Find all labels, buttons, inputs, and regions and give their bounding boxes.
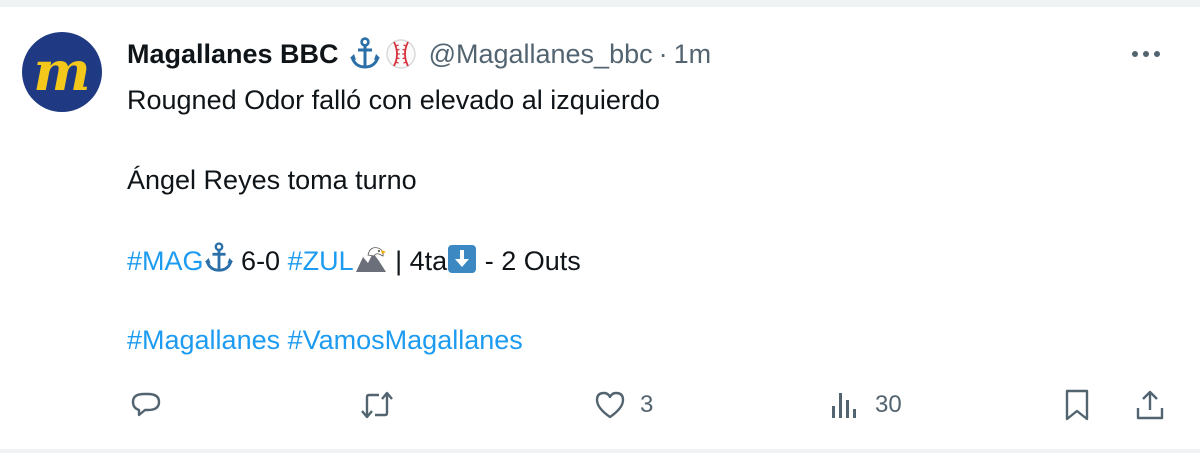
reply-button[interactable]	[130, 384, 176, 426]
inning-text: | 4ta	[395, 246, 448, 276]
share-icon	[1136, 390, 1164, 420]
retweet-button[interactable]	[359, 384, 409, 426]
tweet-text-line-1: Rougned Odor falló con elevado al izquie…	[127, 85, 660, 115]
hashtag-mag[interactable]: #MAG	[127, 246, 204, 276]
author-name[interactable]: Magallanes BBC	[127, 39, 339, 70]
bookmark-button[interactable]	[1063, 384, 1091, 426]
hashtag-vamosmagallanes[interactable]: #VamosMagallanes	[288, 325, 523, 355]
hashtag-zul[interactable]: #ZUL	[288, 246, 354, 276]
tweet-header: Magallanes BBC @Magallanes_bbc · 1m	[127, 32, 711, 76]
top-divider	[0, 0, 1200, 7]
like-button[interactable]: 3	[594, 384, 653, 426]
anchor-icon	[349, 37, 381, 71]
views-button[interactable]: 30	[829, 384, 902, 426]
heart-icon	[595, 391, 625, 419]
timestamp[interactable]: 1m	[674, 39, 712, 70]
bottom-divider	[0, 449, 1200, 453]
reply-icon	[131, 392, 161, 417]
action-bar: 3 30	[0, 384, 1200, 426]
score: 6-0	[241, 246, 281, 276]
bookmark-icon	[1065, 389, 1089, 421]
arrow-down-icon	[447, 244, 477, 283]
hashtag-magallanes[interactable]: #Magallanes	[127, 325, 280, 355]
magallanes-logo-icon: m	[33, 39, 90, 103]
anchor-icon	[204, 242, 234, 283]
outs-text: - 2 Outs	[484, 246, 581, 276]
more-options-button[interactable]	[1128, 40, 1164, 68]
more-horizontal-icon	[1132, 51, 1160, 57]
hashtags-line: #Magallanes #VamosMagallanes	[127, 322, 523, 358]
retweet-icon	[361, 391, 393, 419]
baseball-icon	[385, 38, 417, 70]
like-count: 3	[640, 391, 654, 418]
tweet-text-line-2: Ángel Reyes toma turno	[127, 165, 417, 195]
svg-text:m: m	[33, 39, 90, 103]
share-button[interactable]	[1134, 384, 1166, 426]
views-count: 30	[875, 391, 902, 418]
score-line: #MAG 6-0 #ZUL | 4ta - 2 Outs	[127, 242, 581, 283]
separator-dot: ·	[658, 38, 668, 69]
eagle-icon	[354, 242, 388, 283]
views-chart-icon	[832, 393, 856, 418]
avatar[interactable]: m	[22, 32, 102, 112]
author-handle[interactable]: @Magallanes_bbc	[429, 39, 653, 70]
